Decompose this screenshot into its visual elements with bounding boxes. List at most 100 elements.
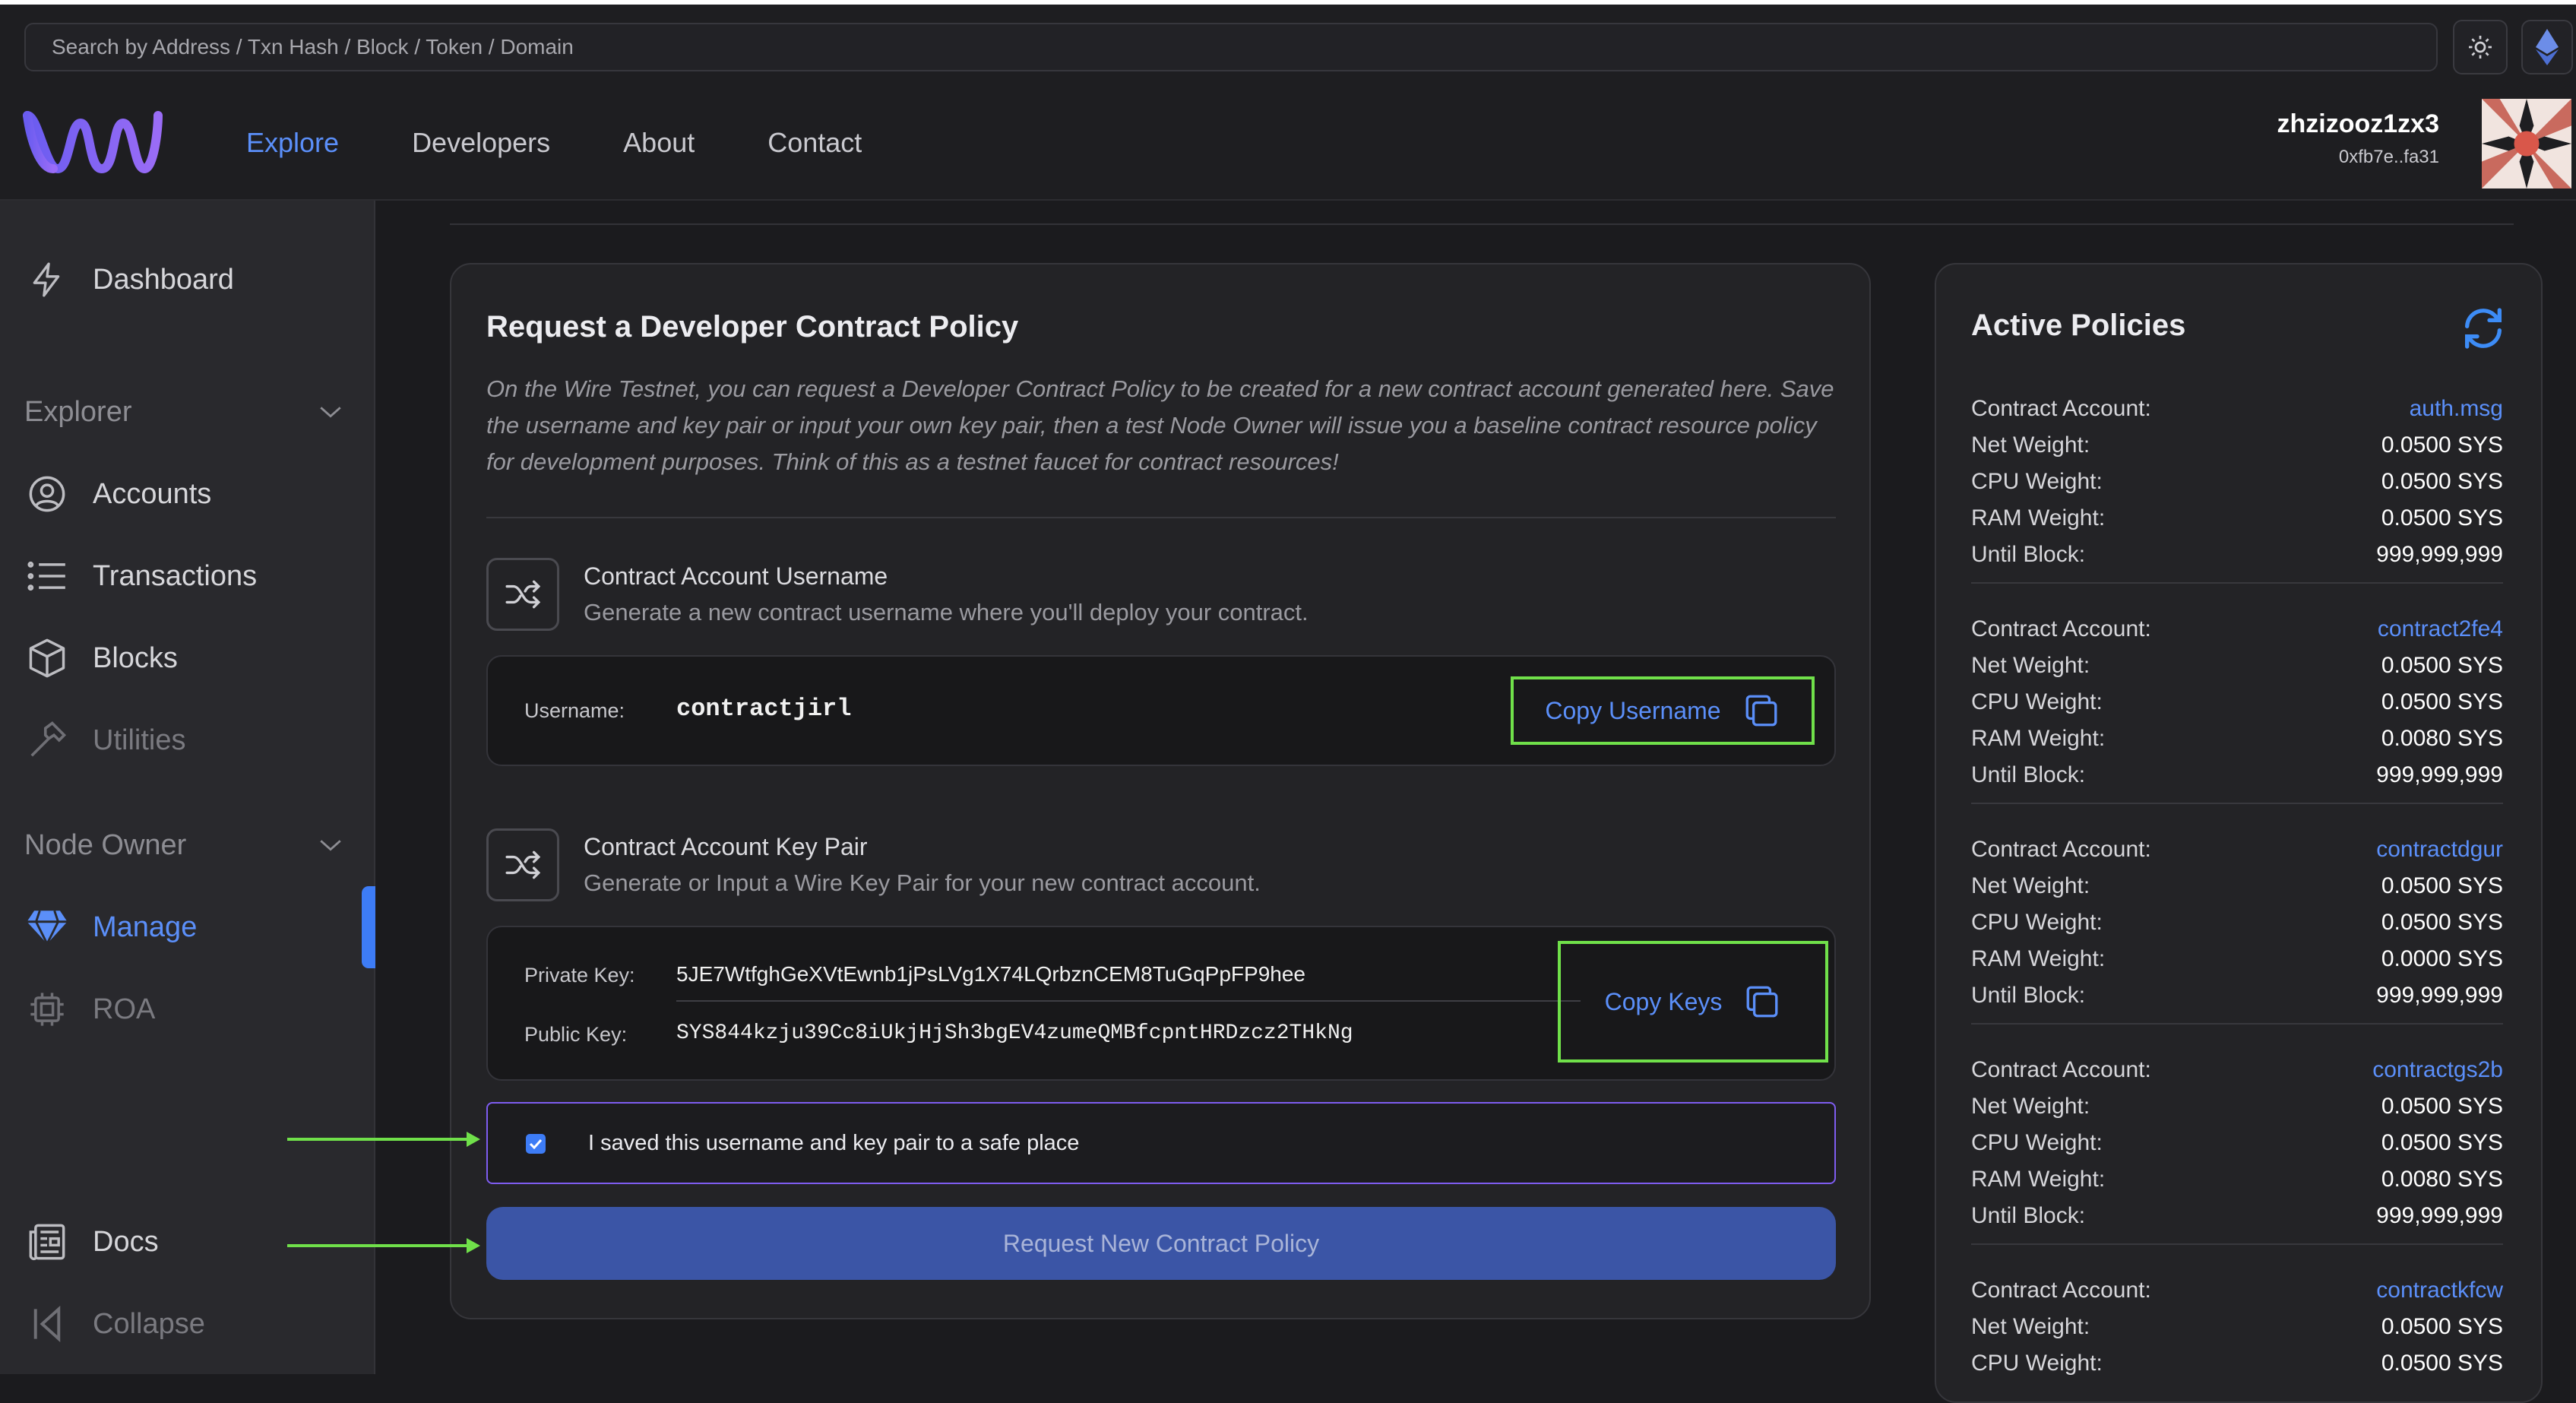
nav-contact[interactable]: Contact bbox=[767, 127, 862, 159]
policy-row-cpu: CPU Weight: 0.0500 SYS bbox=[1971, 684, 2503, 721]
keypair-box: Private Key: 5JE7WtfghGeXVtEwnb1jPsLVg1X… bbox=[486, 926, 1836, 1081]
sidebar-group-node-owner[interactable]: Node Owner bbox=[24, 822, 343, 868]
saved-checkbox[interactable] bbox=[526, 1134, 546, 1154]
username-section-subtitle: Generate a new contract username where y… bbox=[584, 599, 1309, 625]
policy-account-link[interactable]: contractdgur bbox=[2376, 837, 2503, 863]
refresh-icon[interactable] bbox=[2459, 304, 2508, 353]
main-content: Request a Developer Contract Policy On t… bbox=[375, 201, 2576, 1403]
policy-label: Until Block: bbox=[1971, 762, 2086, 787]
nav-about[interactable]: About bbox=[623, 127, 695, 159]
sidebar-group-label: Node Owner bbox=[24, 828, 187, 861]
policy-value: 0.0500 SYS bbox=[2381, 910, 2503, 935]
sidebar-item-label: Utilities bbox=[93, 724, 186, 756]
copy-icon bbox=[1746, 986, 1778, 1018]
policy-account-link[interactable]: contract2fe4 bbox=[2378, 616, 2503, 642]
policy-row-net: Net Weight: 0.0500 SYS bbox=[1971, 868, 2503, 904]
network-button[interactable] bbox=[2521, 20, 2573, 74]
active-indicator bbox=[362, 886, 375, 968]
policy-row-until: Until Block: 999,999,999 bbox=[1971, 537, 2503, 573]
shuffle-icon bbox=[505, 850, 541, 879]
theme-toggle-button[interactable] bbox=[2453, 20, 2508, 74]
sidebar-item-collapse[interactable]: Collapse bbox=[24, 1301, 205, 1347]
card-title: Request a Developer Contract Policy bbox=[486, 310, 1019, 344]
policy-row-account: Contract Account: contractdgur bbox=[1971, 831, 2503, 868]
avatar[interactable] bbox=[2482, 99, 2571, 188]
private-key-label: Private Key: bbox=[524, 964, 635, 987]
key-separator bbox=[676, 1000, 1581, 1002]
copy-icon bbox=[1745, 695, 1777, 727]
shuffle-username-button[interactable] bbox=[486, 558, 559, 631]
copy-username-button[interactable]: Copy Username bbox=[1511, 676, 1815, 745]
shuffle-icon bbox=[505, 580, 541, 609]
policy-row-account: Contract Account: contractkfcw bbox=[1971, 1272, 2503, 1309]
request-policy-card: Request a Developer Contract Policy On t… bbox=[450, 263, 1871, 1319]
sidebar-item-docs[interactable]: Docs bbox=[24, 1219, 159, 1265]
sidebar-group-label: Explorer bbox=[24, 395, 132, 428]
policy-row-until: Until Block: 999,999,999 bbox=[1971, 757, 2503, 793]
saved-confirmation-row[interactable]: I saved this username and key pair to a … bbox=[486, 1102, 1836, 1184]
policy-value: 0.0500 SYS bbox=[2381, 1314, 2503, 1339]
sidebar-item-label: Manage bbox=[93, 911, 198, 943]
sidebar-item-dashboard[interactable]: Dashboard bbox=[24, 257, 234, 302]
policy-row-net: Net Weight: 0.0500 SYS bbox=[1971, 1088, 2503, 1125]
request-new-contract-policy-button[interactable]: Request New Contract Policy bbox=[486, 1207, 1836, 1280]
copy-keys-button[interactable]: Copy Keys bbox=[1558, 941, 1828, 1063]
policy-label: Contract Account: bbox=[1971, 1278, 2151, 1303]
policy-group: Contract Account: contractdgur Net Weight:… bbox=[1971, 831, 2503, 1025]
policy-label: Contract Account: bbox=[1971, 1057, 2151, 1082]
policy-row-ram: RAM Weight: 0.0080 SYS bbox=[1971, 1161, 2503, 1198]
search-bar[interactable] bbox=[24, 23, 2438, 71]
policy-account-link[interactable]: contractgs2b bbox=[2372, 1057, 2503, 1083]
sidebar-item-accounts[interactable]: Accounts bbox=[24, 471, 211, 517]
sidebar-group-explorer[interactable]: Explorer bbox=[24, 389, 343, 435]
policy-label: RAM Weight: bbox=[1971, 1167, 2106, 1192]
private-key-value[interactable]: 5JE7WtfghGeXVtEwnb1jPsLVg1X74LQrbznCEM8T… bbox=[676, 962, 1305, 987]
diamond-icon bbox=[24, 904, 70, 950]
policy-value: 999,999,999 bbox=[2376, 1203, 2503, 1228]
active-policies-title: Active Policies bbox=[1971, 309, 2186, 342]
policy-row-ram: RAM Weight: 0.0000 SYS bbox=[1971, 941, 2503, 977]
policy-separator bbox=[1971, 1023, 2503, 1025]
policy-separator bbox=[1971, 1243, 2503, 1245]
policy-label: Contract Account: bbox=[1971, 396, 2151, 421]
sidebar-item-roa[interactable]: ROA bbox=[24, 987, 155, 1032]
policy-group: Contract Account: contractkfcw Net Weight:… bbox=[1971, 1272, 2503, 1382]
policy-label: RAM Weight: bbox=[1971, 726, 2106, 751]
policy-value: 0.0000 SYS bbox=[2381, 946, 2503, 971]
policy-row-net: Net Weight: 0.0500 SYS bbox=[1971, 1309, 2503, 1345]
username-value[interactable]: contractjirl bbox=[676, 695, 851, 723]
policy-value: 999,999,999 bbox=[2376, 762, 2503, 787]
policy-label: CPU Weight: bbox=[1971, 1351, 2103, 1376]
sidebar-item-transactions[interactable]: Transactions bbox=[24, 553, 257, 599]
policy-label: Contract Account: bbox=[1971, 616, 2151, 641]
hammer-icon bbox=[24, 717, 70, 763]
newspaper-icon bbox=[24, 1219, 70, 1265]
sidebar-item-blocks[interactable]: Blocks bbox=[24, 635, 178, 681]
search-input[interactable] bbox=[50, 34, 2436, 60]
policy-label: Until Block: bbox=[1971, 542, 2086, 567]
policy-label: Until Block: bbox=[1971, 983, 2086, 1008]
nav-explore[interactable]: Explore bbox=[246, 127, 339, 159]
policy-account-link[interactable]: contractkfcw bbox=[2376, 1278, 2503, 1303]
checkmark-icon bbox=[529, 1139, 543, 1149]
policy-row-net: Net Weight: 0.0500 SYS bbox=[1971, 648, 2503, 684]
nav-developers[interactable]: Developers bbox=[412, 127, 550, 159]
policy-value: 0.0500 SYS bbox=[2381, 505, 2503, 530]
sidebar-item-utilities[interactable]: Utilities bbox=[24, 717, 185, 763]
sidebar-item-manage[interactable]: Manage bbox=[24, 904, 197, 950]
user-info[interactable]: zhzizooz1zx3 0xfb7e..fa31 bbox=[2277, 109, 2439, 168]
policy-label: Contract Account: bbox=[1971, 837, 2151, 862]
policy-value: 0.0080 SYS bbox=[2381, 1167, 2503, 1192]
policy-account-link[interactable]: auth.msg bbox=[2410, 396, 2503, 422]
sidebar-item-label: Blocks bbox=[93, 641, 178, 674]
policy-value: 0.0500 SYS bbox=[2381, 653, 2503, 678]
policy-label: RAM Weight: bbox=[1971, 505, 2106, 530]
policy-group: Contract Account: contract2fe4 Net Weight:… bbox=[1971, 611, 2503, 804]
username-section-title: Contract Account Username bbox=[584, 562, 888, 590]
policy-value: 0.0080 SYS bbox=[2381, 726, 2503, 751]
shuffle-keypair-button[interactable] bbox=[486, 828, 559, 901]
public-key-value[interactable]: SYS844kzju39Cc8iUkjHjSh3bgEV4zumeQMBfcpn… bbox=[676, 1021, 1353, 1045]
saved-checkbox-label: I saved this username and key pair to a … bbox=[588, 1131, 1080, 1155]
policy-value: 0.0500 SYS bbox=[2381, 469, 2503, 494]
wire-logo[interactable] bbox=[23, 108, 163, 182]
